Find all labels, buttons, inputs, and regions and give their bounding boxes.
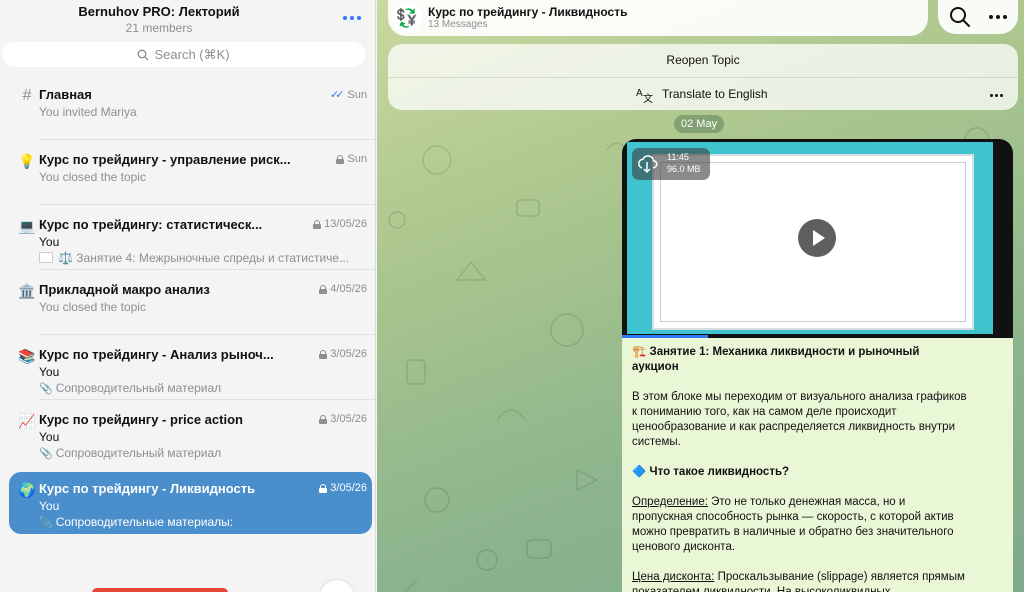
more-options-button[interactable]	[336, 8, 368, 28]
download-cloud-icon[interactable]	[636, 153, 658, 175]
message-bubble[interactable]: 11:45 96.0 MB 🏗️ Занятие 1: Механика лик…	[622, 139, 1013, 592]
lock-icon	[319, 284, 328, 294]
topic-date: 4/05/26	[330, 283, 367, 295]
document-thumbnail-icon	[39, 252, 53, 263]
search-button[interactable]	[946, 4, 974, 30]
message-text: 🏗️ Занятие 1: Механика ликвидности и рын…	[632, 345, 967, 592]
globe-icon: 🌍	[18, 482, 36, 498]
topic-last-message: Сопроводительный материал	[55, 446, 222, 460]
topic-date: 3/05/26	[330, 413, 367, 425]
topic-date: 3/05/26	[330, 482, 367, 494]
topic-sender: You	[39, 365, 60, 379]
translate-options-button[interactable]	[986, 90, 1006, 100]
topic-item-statistics[interactable]: 💻 Курс по трейдингу: статистическ... 13/…	[9, 208, 375, 270]
video-duration: 11:45	[667, 152, 689, 162]
video-progress-bar	[622, 335, 709, 338]
topic-avatar-icon: 💱	[392, 3, 422, 33]
translate-label: Translate to English	[662, 87, 768, 101]
topic-date: Sun	[347, 88, 367, 101]
topic-sidebar: Bernuhov PRO: Лекторий 21 members # Глав…	[0, 0, 376, 592]
topic-date: 13/05/26	[324, 218, 367, 230]
lock-icon	[319, 414, 328, 424]
topic-last-message: Сопроводительный материал	[55, 381, 222, 395]
topic-item-price-action[interactable]: 📈 Курс по трейдингу - price action 3/05/…	[9, 403, 372, 465]
lock-icon	[336, 154, 345, 164]
search-bar[interactable]	[2, 42, 365, 67]
double-check-icon: ✓✓	[329, 89, 345, 101]
lock-icon	[319, 483, 328, 493]
topic-sender: You	[39, 499, 60, 513]
search-icon	[950, 7, 970, 27]
topic-title: Курс по трейдингу: статистическ...	[39, 217, 263, 232]
topic-action-panel: Reopen Topic A文 Translate to English	[388, 44, 1018, 110]
scroll-down-button[interactable]	[320, 580, 354, 592]
lightbulb-icon: 💡	[18, 153, 36, 169]
paperclip-icon: 📎	[39, 448, 53, 460]
message-count: 13 Messages	[428, 19, 488, 30]
group-title: Bernuhov PRO: Лекторий	[78, 4, 240, 19]
classical-building-icon: 🏛️	[18, 283, 36, 299]
topic-last-message: You closed the topic	[39, 300, 146, 314]
section-title: 🔷 Что такое ликвидность?	[632, 466, 790, 478]
lock-icon	[313, 219, 322, 229]
date-separator: 02 May	[674, 115, 725, 133]
hash-icon: #	[22, 87, 32, 104]
more-options-button[interactable]	[984, 4, 1012, 30]
search-input[interactable]	[154, 47, 231, 62]
video-meta: 11:45 96.0 MB	[632, 148, 710, 180]
compose-button[interactable]	[92, 588, 228, 592]
paperclip-icon: 📎	[39, 383, 53, 395]
topic-last-message: ⚖️ Занятие 4: Межрыночные спреды и стати…	[58, 251, 350, 265]
header-actions	[938, 0, 1018, 34]
laptop-icon: 💻	[18, 218, 36, 234]
discount-label: Цена дисконта:	[632, 571, 715, 583]
topic-item-market-analysis[interactable]: 📚 Курс по трейдингу - Анализ рыноч... 3/…	[9, 338, 375, 400]
topic-title: Прикладной макро анализ	[39, 282, 210, 297]
play-button[interactable]	[798, 219, 836, 257]
lesson-heading: 🏗️ Занятие 1: Механика ликвидности и рын…	[632, 346, 920, 373]
topic-last-message: Сопроводительные материалы:	[55, 515, 234, 529]
search-icon	[137, 49, 148, 60]
topic-last-message: You closed the topic	[39, 170, 146, 184]
topic-title: Курс по трейдингу - Анализ рыноч...	[39, 347, 274, 362]
topic-item-main[interactable]: # Главная ✓✓ Sun You invited Mariya	[9, 78, 375, 140]
svg-text:A: A	[636, 88, 643, 99]
sidebar-header: Bernuhov PRO: Лекторий 21 members	[0, 0, 375, 78]
topic-date: 3/05/26	[330, 348, 367, 360]
translate-icon: A文	[636, 88, 653, 103]
definition-label: Определение:	[632, 496, 708, 508]
reopen-topic-button[interactable]: Reopen Topic	[388, 44, 1018, 77]
topic-date: Sun	[347, 153, 367, 165]
chat-panel: 💱 Курс по трейдингу - Ликвидность 13 Mes…	[377, 0, 1024, 592]
divider	[388, 77, 1018, 78]
lock-icon	[319, 349, 328, 359]
topic-last-message: You invited Mariya	[39, 105, 137, 119]
topic-item-macro[interactable]: 🏛️ Прикладной макро анализ 4/05/26 You c…	[9, 273, 375, 335]
chat-header[interactable]: 💱 Курс по трейдингу - Ликвидность 13 Mes…	[388, 0, 928, 36]
paperclip-icon: 📎	[39, 517, 53, 529]
topic-sender: You	[39, 235, 60, 249]
group-member-count: 21 members	[125, 21, 193, 35]
topic-title: Главная	[39, 87, 92, 102]
topic-sender: You	[39, 430, 60, 444]
svg-text:文: 文	[643, 92, 653, 103]
video-size: 96.0 MB	[667, 164, 701, 174]
translate-button[interactable]: A文 Translate to English	[636, 85, 768, 103]
chat-title: Курс по трейдингу - Ликвидность	[428, 5, 628, 19]
books-icon: 📚	[18, 348, 36, 364]
lesson-intro: В этом блоке мы переходим от визуального…	[632, 391, 967, 448]
video-attachment[interactable]: 11:45 96.0 MB	[622, 139, 1013, 338]
topic-title: Курс по трейдингу - управление риск...	[39, 152, 291, 167]
topic-title: Курс по трейдингу - price action	[39, 412, 243, 427]
chart-icon: 📈	[18, 413, 36, 429]
topic-item-risk[interactable]: 💡 Курс по трейдингу - управление риск...…	[9, 143, 375, 205]
topic-title: Курс по трейдингу - Ликвидность	[39, 481, 256, 496]
topic-item-liquidity[interactable]: 🌍 Курс по трейдингу - Ликвидность 3/05/2…	[9, 472, 372, 534]
